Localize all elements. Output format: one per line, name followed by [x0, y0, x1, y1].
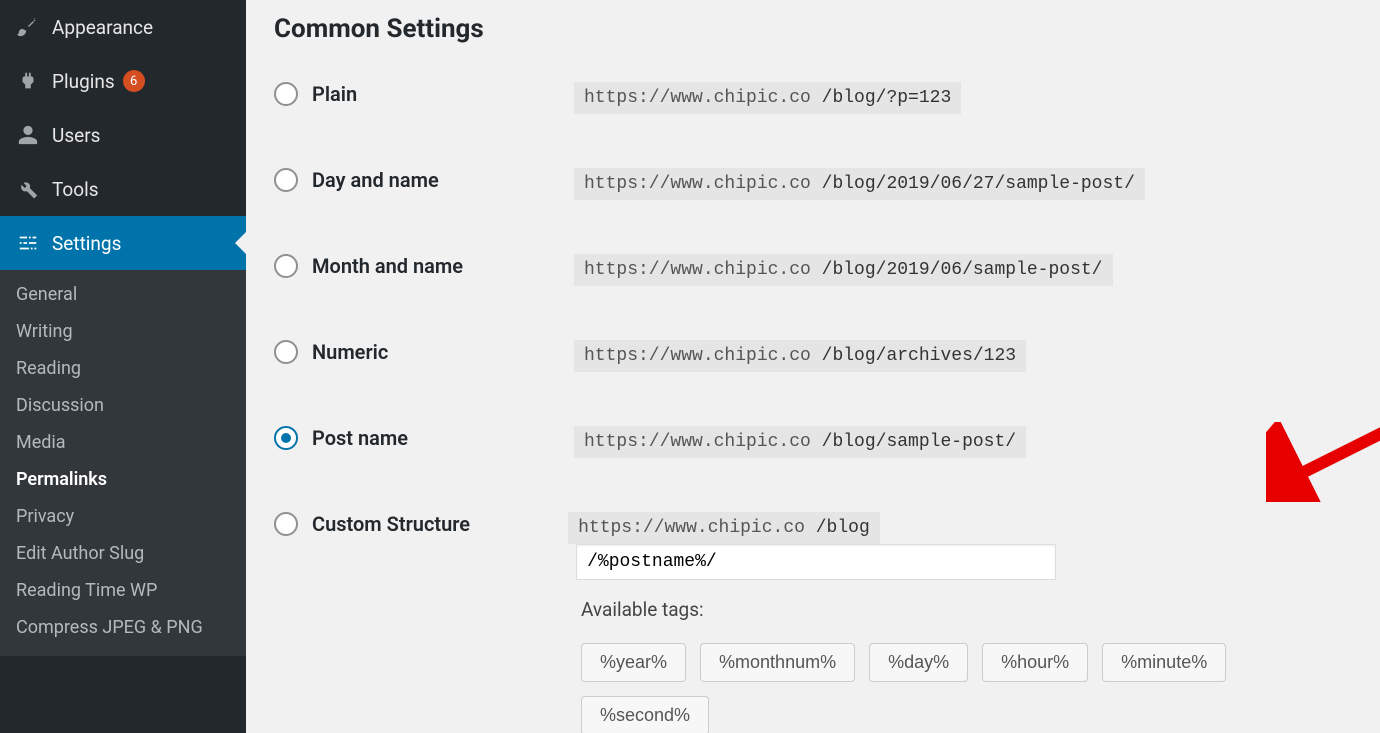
settings-submenu: General Writing Reading Discussion Media…	[0, 270, 246, 656]
custom-prefix: https://www.chipic.co /blog	[568, 512, 880, 544]
tag-button[interactable]: %year%	[581, 643, 686, 682]
submenu-discussion[interactable]: Discussion	[0, 387, 246, 424]
submenu-general[interactable]: General	[0, 276, 246, 313]
submenu-reading[interactable]: Reading	[0, 350, 246, 387]
menu-label: Users	[52, 124, 100, 147]
radio-post_name[interactable]	[274, 426, 298, 450]
menu-tools[interactable]: Tools	[0, 162, 246, 216]
section-heading: Common Settings	[274, 14, 1352, 44]
permalink-option-numeric: Numeric https://www.chipic.co /blog/archi…	[274, 340, 1352, 372]
submenu-permalinks[interactable]: Permalinks	[0, 461, 246, 498]
option-label: Custom Structure	[312, 512, 470, 536]
admin-sidebar: Appearance Plugins 6 Users Tools S	[0, 0, 246, 733]
brush-icon	[14, 14, 42, 40]
menu-label: Plugins	[52, 70, 115, 93]
radio-day_name[interactable]	[274, 168, 298, 192]
permalink-option-custom: Custom Structure https://www.chipic.co /…	[274, 512, 1352, 580]
tag-buttons-row: %year% %monthnum% %day% %hour% %minute% %seco…	[581, 643, 1352, 733]
option-example: https://www.chipic.co /blog/sample-post/	[574, 426, 1026, 458]
submenu-compress-jpeg-png[interactable]: Compress JPEG & PNG	[0, 609, 246, 646]
plug-icon	[14, 68, 42, 94]
permalink-option-month_name: Month and name https://www.chipic.co /blo…	[274, 254, 1352, 286]
menu-label: Tools	[52, 178, 99, 201]
option-example: https://www.chipic.co /blog/?p=123	[574, 82, 961, 114]
tag-button[interactable]: %second%	[581, 696, 709, 733]
tag-button[interactable]: %monthnum%	[700, 643, 855, 682]
menu-plugins[interactable]: Plugins 6	[0, 54, 246, 108]
option-label: Month and name	[312, 254, 463, 278]
custom-structure-input[interactable]	[576, 544, 1056, 580]
submenu-writing[interactable]: Writing	[0, 313, 246, 350]
available-tags-label: Available tags:	[581, 598, 1352, 621]
radio-custom[interactable]	[274, 512, 298, 536]
menu-appearance[interactable]: Appearance	[0, 0, 246, 54]
menu-label: Settings	[52, 232, 121, 255]
main-content: Common Settings Plain https://www.chipic.…	[246, 0, 1380, 733]
option-example: https://www.chipic.co /blog/2019/06/samp…	[574, 254, 1113, 286]
option-label: Day and name	[312, 168, 439, 192]
user-icon	[14, 122, 42, 148]
tag-button[interactable]: %day%	[869, 643, 968, 682]
menu-label: Appearance	[52, 16, 153, 39]
tag-button[interactable]: %minute%	[1102, 643, 1226, 682]
tag-button[interactable]: %hour%	[982, 643, 1088, 682]
radio-numeric[interactable]	[274, 340, 298, 364]
permalink-option-post_name: Post name https://www.chipic.co /blog/sam…	[274, 426, 1352, 458]
wrench-icon	[14, 176, 42, 202]
radio-month_name[interactable]	[274, 254, 298, 278]
submenu-edit-author-slug[interactable]: Edit Author Slug	[0, 535, 246, 572]
option-label: Numeric	[312, 340, 388, 364]
radio-plain[interactable]	[274, 82, 298, 106]
menu-settings[interactable]: Settings	[0, 216, 246, 270]
permalink-option-day_name: Day and name https://www.chipic.co /blog/…	[274, 168, 1352, 200]
option-label: Post name	[312, 426, 408, 450]
submenu-privacy[interactable]: Privacy	[0, 498, 246, 535]
plugins-update-badge: 6	[123, 70, 145, 92]
option-example: https://www.chipic.co /blog/2019/06/27/s…	[574, 168, 1145, 200]
sliders-icon	[14, 230, 42, 256]
option-label: Plain	[312, 82, 357, 106]
permalink-option-plain: Plain https://www.chipic.co /blog/?p=123	[274, 82, 1352, 114]
submenu-reading-time-wp[interactable]: Reading Time WP	[0, 572, 246, 609]
submenu-media[interactable]: Media	[0, 424, 246, 461]
menu-users[interactable]: Users	[0, 108, 246, 162]
option-example: https://www.chipic.co /blog/archives/123	[574, 340, 1026, 372]
